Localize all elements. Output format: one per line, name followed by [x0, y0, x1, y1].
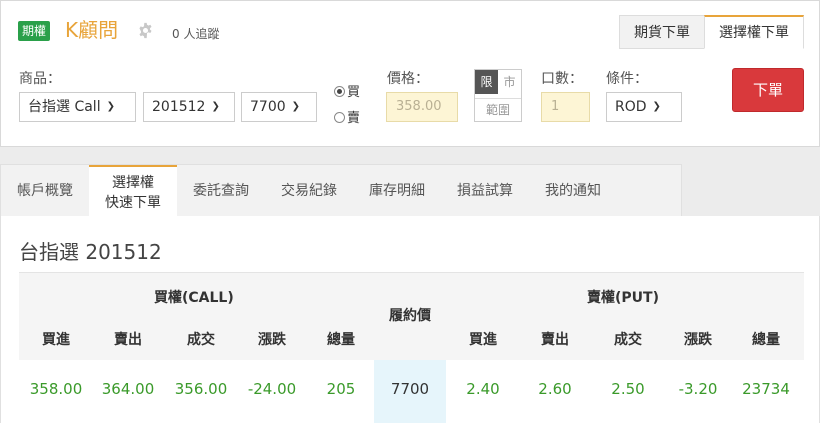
- call-last-header: 成交: [187, 332, 215, 348]
- put-ask-header: 賣出: [541, 332, 569, 348]
- tab-futures-order[interactable]: 期貨下單: [619, 15, 705, 49]
- condition-value: ROD: [615, 99, 647, 115]
- strike-value: 7700: [250, 99, 286, 115]
- chevron-down-icon: ❯: [291, 101, 301, 112]
- put-volume-header: 總量: [752, 332, 780, 348]
- call-volume-value: 205: [326, 380, 356, 398]
- radio-unchecked-icon: [334, 112, 345, 123]
- buy-label: 買: [347, 85, 361, 100]
- put-bid-value[interactable]: 2.40: [448, 380, 518, 398]
- tab-label-line2: 快速下單: [105, 195, 161, 211]
- strike-value-cell: 7700: [390, 380, 430, 398]
- call-ask-header: 賣出: [114, 332, 142, 348]
- qty-label: 口數：: [541, 71, 583, 87]
- call-bid-value[interactable]: 358.00: [21, 380, 91, 398]
- put-group-label: 賣權(PUT): [587, 290, 659, 306]
- buy-radio[interactable]: 買: [334, 81, 360, 100]
- price-input[interactable]: 358.00: [386, 92, 458, 122]
- put-last-value: 2.50: [611, 380, 645, 398]
- limit-option[interactable]: 限: [475, 70, 498, 94]
- tab-notifications[interactable]: 我的通知: [529, 165, 617, 217]
- call-change-value: -24.00: [247, 380, 297, 398]
- sell-radio[interactable]: 賣: [334, 107, 360, 126]
- strike-header: 履約價: [389, 308, 431, 324]
- product-label: 商品：: [19, 71, 61, 87]
- product-select[interactable]: 台指選 Call ❯: [19, 92, 136, 122]
- options-badge: 期權: [18, 21, 51, 41]
- put-last-header: 成交: [614, 332, 642, 348]
- condition-select[interactable]: ROD ❯: [606, 92, 682, 122]
- call-change-header: 漲跌: [258, 332, 286, 348]
- order-panel: 期權 K顧問 0 人追蹤 期貨下單 選擇權下單 商品： 台指選 Call ❯ 20…: [0, 0, 820, 147]
- quick-order-content: 台指選 201512 買權(CALL) 賣權(PUT) 買進 賣出 成交 漲跌 …: [0, 216, 820, 423]
- tab-options-quick-order[interactable]: 選擇權 快速下單: [89, 165, 177, 217]
- option-quote-table: 買權(CALL) 賣權(PUT) 買進 賣出 成交 漲跌 總量 買進 賣出 成交…: [19, 272, 804, 423]
- product-value: 台指選 Call: [28, 99, 101, 115]
- chevron-down-icon: ❯: [106, 101, 115, 112]
- strike-select[interactable]: 7700 ❯: [241, 92, 317, 122]
- radio-checked-icon: [334, 86, 345, 97]
- call-group-label: 買權(CALL): [154, 290, 234, 306]
- call-bid-header: 買進: [42, 332, 70, 348]
- price-label: 價格：: [387, 71, 429, 87]
- market-option[interactable]: 市: [498, 70, 521, 94]
- page-title: 台指選 201512: [19, 240, 162, 264]
- price-type-toggle: 限 市 範圍: [474, 69, 522, 122]
- chevron-down-icon: ❯: [652, 101, 661, 112]
- condition-label: 條件：: [606, 71, 648, 87]
- put-volume-value: 23734: [742, 380, 790, 398]
- follow-count: 0 人追蹤: [172, 27, 220, 41]
- submit-order-button[interactable]: 下單: [732, 68, 804, 112]
- chevron-down-icon: ❯: [211, 101, 220, 112]
- put-ask-value[interactable]: 2.60: [520, 380, 590, 398]
- qty-input[interactable]: 1: [541, 92, 590, 122]
- tab-options-order[interactable]: 選擇權下單: [704, 15, 804, 49]
- put-bid-header: 買進: [469, 332, 497, 348]
- sell-label: 賣: [347, 111, 361, 126]
- account-tabs: 帳戶概覽 選擇權 快速下單 委託查詢 交易紀錄 庫存明細 損益試算 我的通知: [0, 164, 682, 217]
- put-change-header: 漲跌: [684, 332, 712, 348]
- tab-trade-history[interactable]: 交易紀錄: [265, 165, 353, 217]
- gear-icon[interactable]: [137, 22, 154, 39]
- call-last-value: 356.00: [174, 380, 228, 398]
- tab-label-line1: 選擇權: [112, 175, 154, 191]
- tab-inventory[interactable]: 庫存明細: [353, 165, 441, 217]
- tab-pnl-calculator[interactable]: 損益試算: [441, 165, 529, 217]
- month-select[interactable]: 201512 ❯: [143, 92, 235, 122]
- tab-order-query[interactable]: 委託查詢: [177, 165, 265, 217]
- call-volume-header: 總量: [327, 332, 355, 348]
- month-value: 201512: [152, 99, 206, 115]
- range-option[interactable]: 範圍: [475, 98, 521, 120]
- call-ask-value[interactable]: 364.00: [93, 380, 163, 398]
- tab-account-overview[interactable]: 帳戶概覽: [1, 165, 89, 217]
- order-type-tabs: 期貨下單 選擇權下單: [619, 15, 804, 49]
- put-change-value: -3.20: [678, 380, 718, 398]
- brand-title: K顧問: [65, 18, 119, 42]
